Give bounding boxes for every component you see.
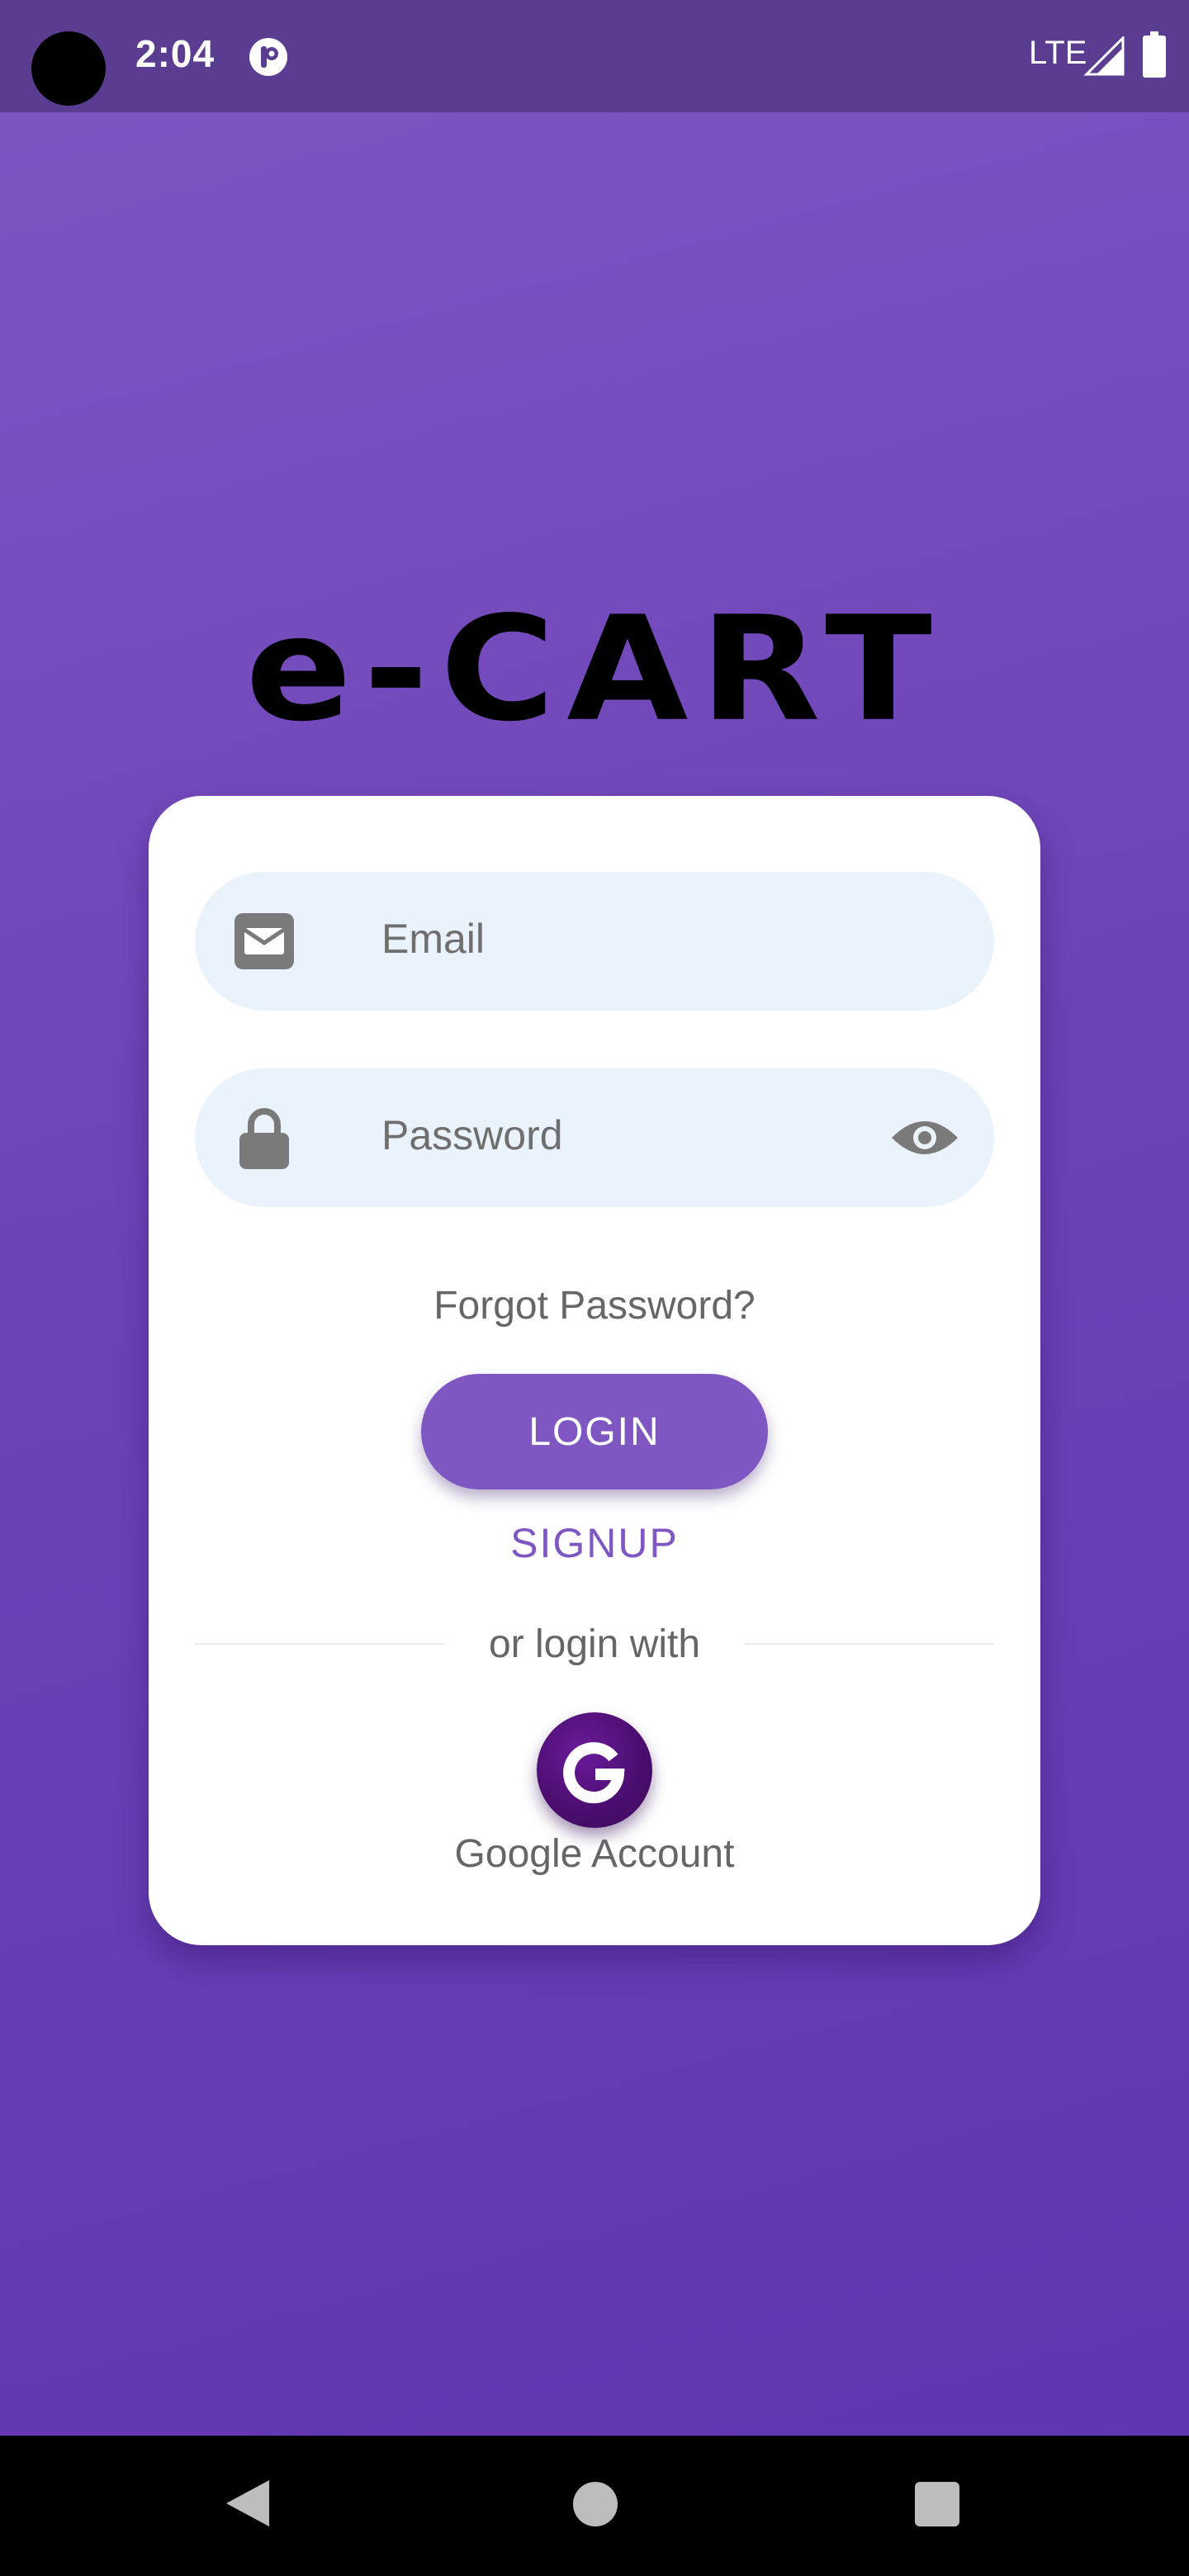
- signal-icon: [1083, 36, 1125, 76]
- login-card: Email Password Forgot Password? LOGIN SI…: [149, 796, 1040, 1945]
- camera-cutout: [31, 31, 106, 106]
- password-placeholder: Password: [381, 1112, 563, 1158]
- battery-icon: [1143, 31, 1166, 78]
- recents-icon[interactable]: [915, 2482, 959, 2526]
- back-icon[interactable]: [223, 2477, 272, 2530]
- home-icon[interactable]: [573, 2482, 618, 2526]
- status-time: 2:04: [135, 32, 216, 75]
- eye-icon[interactable]: [890, 1111, 959, 1164]
- app-logo: e-CART: [245, 585, 944, 754]
- google-icon: [563, 1742, 625, 1804]
- login-divider: or login with: [195, 1622, 994, 1671]
- status-bar: 2:04 LTE: [0, 0, 1189, 112]
- navigation-bar: [0, 2436, 1189, 2576]
- divider-line-right: [745, 1643, 994, 1645]
- email-placeholder: Email: [381, 916, 486, 962]
- login-button[interactable]: LOGIN: [421, 1374, 768, 1489]
- google-login-button[interactable]: [537, 1712, 652, 1828]
- notification-icon: [249, 38, 287, 76]
- signup-link[interactable]: SIGNUP: [149, 1519, 1040, 1567]
- network-type: LTE: [1029, 35, 1087, 71]
- google-account-label: Google Account: [454, 1832, 735, 1876]
- password-field[interactable]: Password: [195, 1068, 994, 1207]
- email-field[interactable]: Email: [195, 872, 994, 1011]
- envelope-icon: [234, 913, 294, 969]
- lock-icon: [239, 1108, 289, 1169]
- forgot-password-link[interactable]: Forgot Password?: [149, 1283, 1040, 1328]
